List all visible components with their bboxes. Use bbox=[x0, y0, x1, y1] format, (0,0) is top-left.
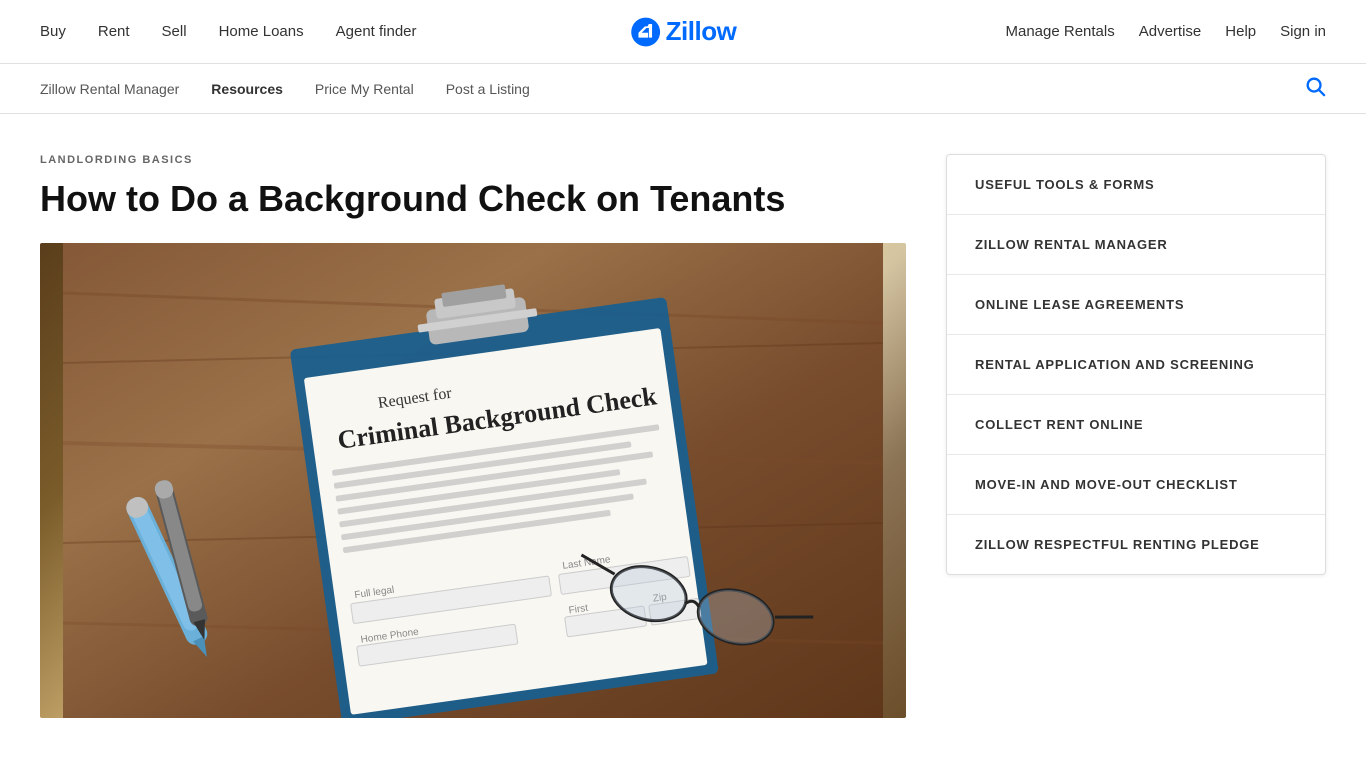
sidebar-item-label: COLLECT RENT ONLINE bbox=[975, 417, 1297, 432]
sidebar-card: USEFUL TOOLS & FORMS ZILLOW RENTAL MANAG… bbox=[946, 154, 1326, 575]
background-texture: Request for Criminal Background Check Fu… bbox=[40, 243, 906, 718]
nav-help[interactable]: Help bbox=[1225, 23, 1256, 40]
nav-home-loans[interactable]: Home Loans bbox=[219, 23, 304, 40]
secondary-navigation: Zillow Rental Manager Resources Price My… bbox=[0, 64, 1366, 114]
sidebar-item-lease-agreements[interactable]: ONLINE LEASE AGREEMENTS bbox=[947, 275, 1325, 335]
sidebar-item-label: ZILLOW RESPECTFUL RENTING PLEDGE bbox=[975, 537, 1297, 552]
nav-agent-finder[interactable]: Agent finder bbox=[336, 23, 417, 40]
nav-sell[interactable]: Sell bbox=[162, 23, 187, 40]
search-button[interactable] bbox=[1304, 75, 1326, 103]
nav-manage-rentals[interactable]: Manage Rentals bbox=[1006, 23, 1115, 40]
sidebar-item-renting-pledge[interactable]: ZILLOW RESPECTFUL RENTING PLEDGE bbox=[947, 515, 1325, 574]
sidebar-item-label: MOVE-IN AND MOVE-OUT CHECKLIST bbox=[975, 477, 1297, 492]
nav-rent[interactable]: Rent bbox=[98, 23, 130, 40]
article-section: LANDLORDING BASICS How to Do a Backgroun… bbox=[40, 154, 906, 718]
nav-resources[interactable]: Resources bbox=[211, 81, 283, 97]
article-title: How to Do a Background Check on Tenants bbox=[40, 178, 906, 219]
category-label: LANDLORDING BASICS bbox=[40, 154, 906, 166]
sidebar-item-collect-rent[interactable]: COLLECT RENT ONLINE bbox=[947, 395, 1325, 455]
top-nav-right: Manage Rentals Advertise Help Sign in bbox=[1006, 23, 1327, 40]
top-nav-left: Buy Rent Sell Home Loans Agent finder bbox=[40, 23, 417, 40]
nav-post-a-listing[interactable]: Post a Listing bbox=[446, 81, 530, 97]
nav-advertise[interactable]: Advertise bbox=[1139, 23, 1202, 40]
article-image: Request for Criminal Background Check Fu… bbox=[40, 243, 906, 718]
logo-text: Zillow bbox=[666, 16, 737, 47]
sidebar-item-checklist[interactable]: MOVE-IN AND MOVE-OUT CHECKLIST bbox=[947, 455, 1325, 515]
sidebar: USEFUL TOOLS & FORMS ZILLOW RENTAL MANAG… bbox=[946, 154, 1326, 718]
nav-sign-in[interactable]: Sign in bbox=[1280, 23, 1326, 40]
zillow-z-icon bbox=[630, 16, 662, 48]
top-navigation: Buy Rent Sell Home Loans Agent finder Zi… bbox=[0, 0, 1366, 64]
search-icon bbox=[1304, 75, 1326, 97]
nav-zillow-rental-manager[interactable]: Zillow Rental Manager bbox=[40, 81, 179, 97]
sidebar-item-useful-tools[interactable]: USEFUL TOOLS & FORMS bbox=[947, 155, 1325, 215]
sidebar-item-rental-manager[interactable]: ZILLOW RENTAL MANAGER bbox=[947, 215, 1325, 275]
nav-buy[interactable]: Buy bbox=[40, 23, 66, 40]
nav-price-my-rental[interactable]: Price My Rental bbox=[315, 81, 414, 97]
image-placeholder: Request for Criminal Background Check Fu… bbox=[40, 243, 906, 718]
sidebar-item-label: ONLINE LEASE AGREEMENTS bbox=[975, 297, 1297, 312]
sidebar-item-label: USEFUL TOOLS & FORMS bbox=[975, 177, 1297, 192]
main-content: LANDLORDING BASICS How to Do a Backgroun… bbox=[0, 114, 1366, 758]
secondary-nav-left: Zillow Rental Manager Resources Price My… bbox=[40, 81, 530, 97]
sidebar-item-label: ZILLOW RENTAL MANAGER bbox=[975, 237, 1297, 252]
sidebar-item-label: RENTAL APPLICATION AND SCREENING bbox=[975, 357, 1297, 372]
zillow-logo[interactable]: Zillow bbox=[630, 16, 737, 48]
sidebar-item-rental-application[interactable]: RENTAL APPLICATION AND SCREENING bbox=[947, 335, 1325, 395]
